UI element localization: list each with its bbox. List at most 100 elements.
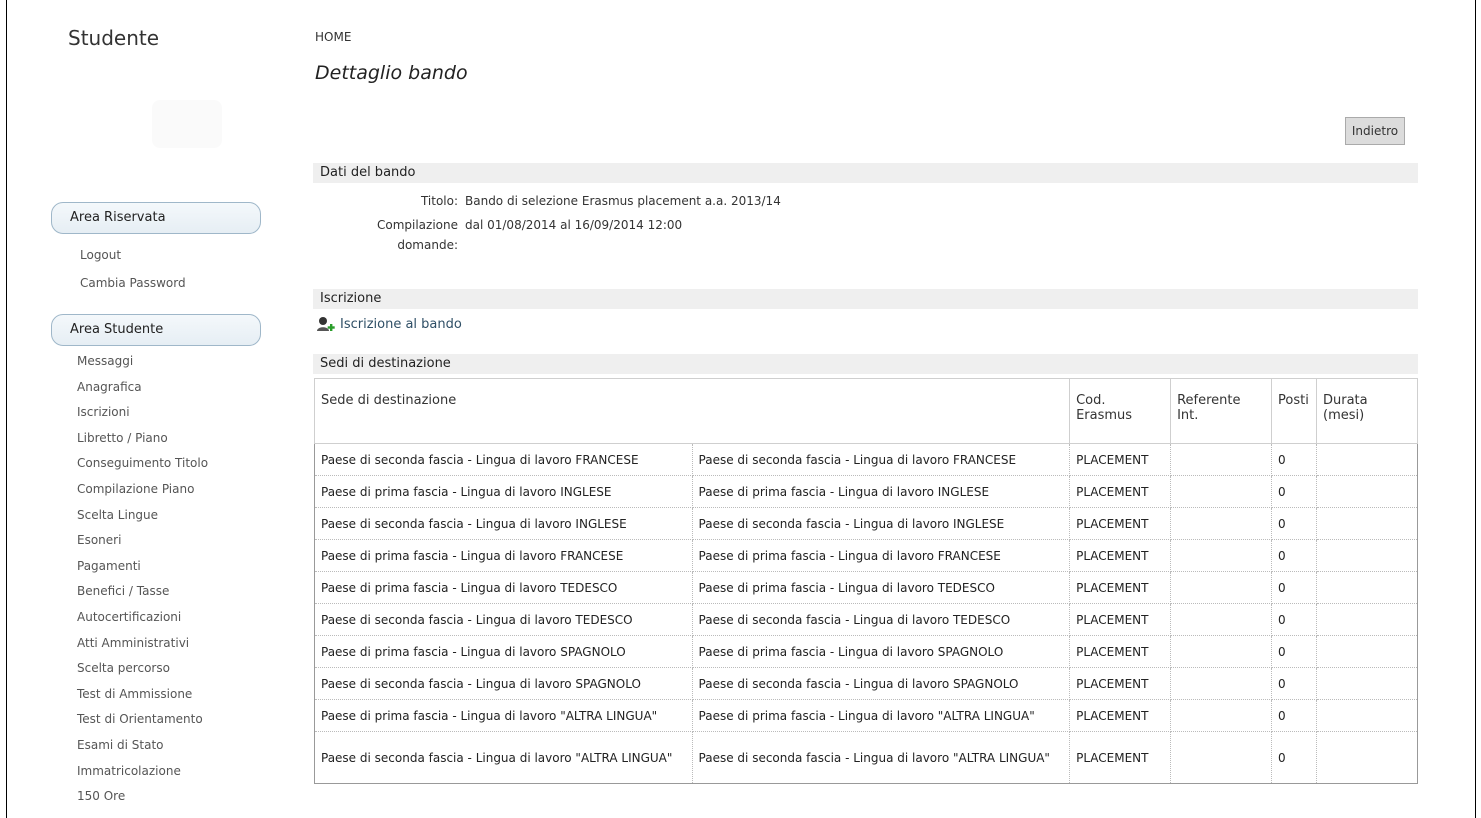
sede-detail-cell: Paese di prima fascia - Lingua di lavoro… [691, 699, 1071, 732]
sidebar-link[interactable]: Pagamenti [77, 559, 141, 573]
sidebar-link[interactable]: Messaggi [77, 354, 133, 368]
referente-cell [1170, 635, 1273, 668]
durata-cell [1316, 667, 1418, 700]
sidebar-link[interactable]: Scelta percorso [77, 661, 170, 675]
sidebar-link[interactable]: Compilazione Piano [77, 482, 194, 496]
sede-cell: Paese di seconda fascia - Lingua di lavo… [314, 731, 693, 784]
sede-detail-cell: Paese di prima fascia - Lingua di lavoro… [691, 475, 1071, 508]
logo [48, 62, 254, 194]
durata-cell [1316, 475, 1418, 508]
sede-detail-cell: Paese di prima fascia - Lingua di lavoro… [691, 571, 1071, 604]
sede-detail-cell: Paese di seconda fascia - Lingua di lavo… [691, 443, 1071, 476]
col-cod-erasmus: Cod. Erasmus [1069, 378, 1172, 444]
table-row: Paese di prima fascia - Lingua di lavoro… [314, 475, 1418, 508]
posti-cell: 0 [1271, 667, 1317, 700]
sede-cell: Paese di seconda fascia - Lingua di lavo… [314, 507, 693, 540]
table-row: Paese di seconda fascia - Lingua di lavo… [314, 667, 1418, 700]
table-row: Paese di prima fascia - Lingua di lavoro… [314, 635, 1418, 668]
sede-detail-cell: Paese di seconda fascia - Lingua di lavo… [691, 667, 1071, 700]
posti-cell: 0 [1271, 571, 1317, 604]
cod-erasmus-cell: PLACEMENT [1069, 539, 1172, 572]
sidebar-link[interactable]: Conseguimento Titolo [77, 456, 208, 470]
sede-detail-cell: Paese di seconda fascia - Lingua di lavo… [691, 731, 1071, 784]
col-posti: Posti [1271, 378, 1317, 444]
durata-cell [1316, 443, 1418, 476]
dati-bando-header: Dati del bando [313, 163, 1418, 183]
area-riservata-header: Area Riservata [51, 202, 261, 234]
sidebar-link[interactable]: Cambia Password [80, 276, 186, 290]
sidebar-link[interactable]: Logout [80, 248, 121, 262]
cod-erasmus-cell: PLACEMENT [1069, 699, 1172, 732]
titolo-value: Bando di selezione Erasmus placement a.a… [465, 194, 781, 208]
referente-cell [1170, 667, 1273, 700]
posti-cell: 0 [1271, 603, 1317, 636]
sidebar-link[interactable]: Autocertificazioni [77, 610, 181, 624]
sedi-table: Sede di destinazione Cod. Erasmus Refere… [313, 378, 1418, 784]
breadcrumb[interactable]: HOME [315, 30, 351, 44]
durata-cell [1316, 507, 1418, 540]
sedi-table-body: Paese di seconda fascia - Lingua di lavo… [314, 443, 1418, 784]
sede-detail-cell: Paese di seconda fascia - Lingua di lavo… [691, 507, 1071, 540]
referente-cell [1170, 699, 1273, 732]
cod-erasmus-cell: PLACEMENT [1069, 571, 1172, 604]
cod-erasmus-cell: PLACEMENT [1069, 603, 1172, 636]
sidebar-link[interactable]: Esami di Stato [77, 738, 164, 752]
referente-cell [1170, 571, 1273, 604]
sidebar-link[interactable]: Benefici / Tasse [77, 584, 169, 598]
sidebar-link[interactable]: Atti Amministrativi [77, 636, 189, 650]
table-row: Paese di seconda fascia - Lingua di lavo… [314, 507, 1418, 540]
sede-detail-cell: Paese di prima fascia - Lingua di lavoro… [691, 635, 1071, 668]
iscrizione-header: Iscrizione [313, 289, 1418, 309]
site-title: Studente [68, 26, 160, 50]
cod-erasmus-cell: PLACEMENT [1069, 635, 1172, 668]
sede-cell: Paese di prima fascia - Lingua di lavoro… [314, 539, 693, 572]
sede-detail-cell: Paese di seconda fascia - Lingua di lavo… [691, 603, 1071, 636]
area-studente-header: Area Studente [51, 314, 261, 346]
iscrizione-link[interactable]: Iscrizione al bando [316, 316, 462, 332]
page-title: Dettaglio bando [315, 62, 468, 84]
durata-cell [1316, 571, 1418, 604]
sede-cell: Paese di seconda fascia - Lingua di lavo… [314, 603, 693, 636]
sidebar-link[interactable]: 150 Ore [77, 789, 125, 803]
table-header-row: Sede di destinazione Cod. Erasmus Refere… [313, 378, 1418, 444]
cod-erasmus-cell: PLACEMENT [1069, 443, 1172, 476]
posti-cell: 0 [1271, 507, 1317, 540]
durata-cell [1316, 603, 1418, 636]
sede-cell: Paese di prima fascia - Lingua di lavoro… [314, 699, 693, 732]
cod-erasmus-cell: PLACEMENT [1069, 475, 1172, 508]
table-row: Paese di prima fascia - Lingua di lavoro… [314, 539, 1418, 572]
compilazione-label-line2: domande: [397, 238, 458, 252]
sede-detail-cell: Paese di prima fascia - Lingua di lavoro… [691, 539, 1071, 572]
table-row: Paese di seconda fascia - Lingua di lavo… [314, 731, 1418, 784]
sidebar-link[interactable]: Immatricolazione [77, 764, 181, 778]
sidebar-link[interactable]: Anagrafica [77, 380, 142, 394]
sidebar-link[interactable]: Esoneri [77, 533, 121, 547]
cod-erasmus-cell: PLACEMENT [1069, 667, 1172, 700]
col-durata: Durata (mesi) [1316, 378, 1418, 444]
durata-cell [1316, 539, 1418, 572]
sede-cell: Paese di seconda fascia - Lingua di lavo… [314, 443, 693, 476]
table-row: Paese di prima fascia - Lingua di lavoro… [314, 699, 1418, 732]
posti-cell: 0 [1271, 699, 1317, 732]
titolo-label: Titolo: [420, 194, 458, 208]
posti-cell: 0 [1271, 635, 1317, 668]
sede-cell: Paese di prima fascia - Lingua di lavoro… [314, 635, 693, 668]
sidebar-link[interactable]: Iscrizioni [77, 405, 130, 419]
cod-erasmus-cell: PLACEMENT [1069, 731, 1172, 784]
sidebar-link[interactable]: Test di Ammissione [77, 687, 192, 701]
durata-cell [1316, 635, 1418, 668]
compilazione-label-line1: Compilazione [376, 218, 458, 232]
referente-cell [1170, 731, 1273, 784]
durata-cell [1316, 731, 1418, 784]
logo-image [152, 100, 222, 148]
sede-cell: Paese di prima fascia - Lingua di lavoro… [314, 475, 693, 508]
posti-cell: 0 [1271, 539, 1317, 572]
posti-cell: 0 [1271, 475, 1317, 508]
sidebar-link[interactable]: Libretto / Piano [77, 431, 168, 445]
table-row: Paese di prima fascia - Lingua di lavoro… [314, 571, 1418, 604]
sedi-header: Sedi di destinazione [313, 354, 1418, 374]
sidebar-link[interactable]: Test di Orientamento [77, 712, 203, 726]
posti-cell: 0 [1271, 731, 1317, 784]
sidebar-link[interactable]: Scelta Lingue [77, 508, 158, 522]
back-button[interactable]: Indietro [1345, 117, 1405, 145]
